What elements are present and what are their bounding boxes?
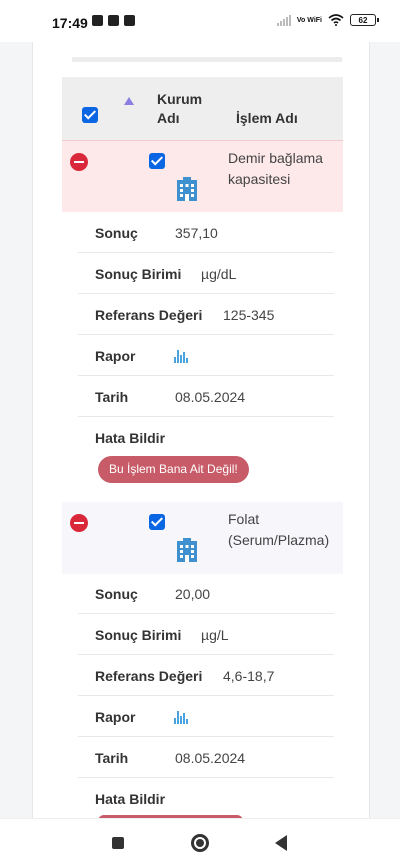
detail-value: 125-345 [223, 307, 275, 323]
detail-label: Rapor [95, 348, 136, 364]
detail-label: Hata Bildir [95, 791, 166, 807]
select-all-checkbox[interactable] [82, 107, 98, 123]
detail-label: Sonuç [95, 225, 138, 241]
signal-icon [276, 14, 291, 26]
battery-indicator: 62 [350, 14, 379, 26]
detail-hata: Hata Bildir [78, 778, 334, 819]
detail-label: Sonuç Birimi [95, 266, 182, 282]
detail-tarih: Tarih 08.05.2024 [78, 737, 334, 778]
status-bar: 17:49 Vo WiFi 62 [0, 0, 400, 42]
detail-tarih: Tarih 08.05.2024 [78, 376, 334, 417]
wifi-icon [328, 14, 344, 26]
detail-value: 357,10 [175, 225, 218, 241]
detail-label: Tarih [95, 750, 129, 766]
bar-chart-icon[interactable] [174, 711, 188, 724]
record-checkbox[interactable] [149, 153, 165, 169]
detail-rapor: Rapor [78, 335, 334, 376]
detail-value: 08.05.2024 [175, 389, 246, 405]
detail-label: Tarih [95, 389, 129, 405]
detail-value: µg/L [201, 627, 229, 643]
home-button[interactable] [191, 834, 209, 852]
record-checkbox[interactable] [149, 514, 165, 530]
system-navigation-bar [0, 818, 400, 866]
detail-label: Sonuç [95, 586, 138, 602]
bar-chart-icon[interactable] [174, 350, 188, 363]
detail-value: 20,00 [175, 586, 211, 602]
notification-icon [108, 15, 119, 26]
column-header-islem[interactable]: İşlem Adı [236, 110, 298, 126]
detail-birim: Sonuç Birimi µg/dL [78, 253, 334, 294]
detail-referans: Referans Değeri 4,6-18,7 [78, 655, 334, 696]
detail-label: Referans Değeri [95, 307, 203, 323]
record-name: Folat (Serum/Plazma) [228, 511, 330, 548]
detail-sonuc: Sonuç 20,00 [78, 573, 334, 614]
sort-ascending-icon[interactable] [124, 97, 134, 105]
minus-circle-icon[interactable] [70, 514, 88, 532]
detail-label: Referans Değeri [95, 668, 203, 684]
detail-hata: Hata Bildir [78, 417, 334, 458]
notification-icon [124, 15, 135, 26]
detail-rapor: Rapor [78, 696, 334, 737]
detail-label: Sonuç Birimi [95, 627, 182, 643]
notification-icons [92, 15, 135, 26]
report-error-button[interactable]: Bu İşlem Bana Ait Değil! [98, 456, 249, 483]
record-name: Demir bağlama kapasitesi [228, 150, 323, 187]
detail-value: 08.05.2024 [175, 750, 246, 766]
status-time: 17:49 [52, 15, 88, 31]
detail-value: 4,6-18,7 [223, 668, 275, 684]
back-button[interactable] [275, 835, 287, 851]
detail-label: Hata Bildir [95, 430, 166, 446]
detail-label: Rapor [95, 709, 136, 725]
minus-circle-icon[interactable] [70, 153, 88, 171]
building-icon [177, 177, 197, 201]
system-icons: Vo WiFi 62 [276, 14, 379, 26]
detail-referans: Referans Değeri 125-345 [78, 294, 334, 335]
detail-sonuc: Sonuç 357,10 [78, 212, 334, 253]
recent-apps-button[interactable] [112, 837, 124, 849]
notification-icon [92, 15, 103, 26]
detail-birim: Sonuç Birimi µg/L [78, 614, 334, 655]
building-icon [177, 538, 197, 562]
column-header-kurum[interactable]: Kurum Adı [157, 90, 209, 128]
top-divider [72, 42, 342, 62]
detail-value: µg/dL [201, 266, 237, 282]
vowifi-label: Vo WiFi [296, 16, 322, 24]
